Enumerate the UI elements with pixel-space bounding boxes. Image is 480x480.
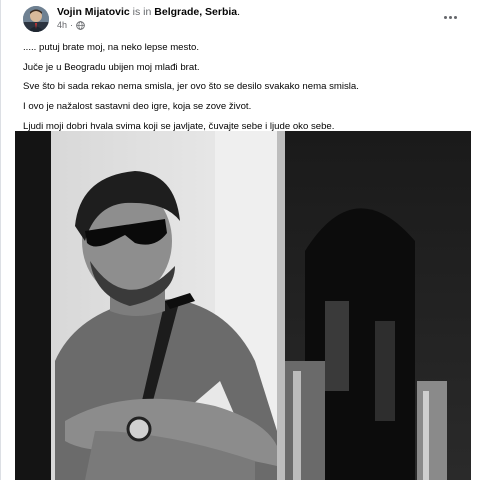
post-meta: 4h · bbox=[57, 20, 85, 30]
author-line: Vojin Mijatovic is in Belgrade, Serbia. bbox=[57, 6, 240, 18]
post-time[interactable]: 4h bbox=[57, 20, 67, 30]
post-header: Vojin Mijatovic is in Belgrade, Serbia. … bbox=[23, 6, 463, 32]
meta-separator: · bbox=[70, 20, 74, 30]
post-card: Vojin Mijatovic is in Belgrade, Serbia. … bbox=[0, 0, 480, 480]
avatar-image bbox=[23, 6, 49, 32]
author-name[interactable]: Vojin Mijatovic bbox=[57, 6, 130, 18]
post-line: ..... putuj brate moj, na neko lepse mes… bbox=[23, 42, 199, 53]
globe-icon bbox=[76, 20, 85, 30]
post-line: I ovo je nažalost sastavni deo igre, koj… bbox=[23, 101, 252, 113]
post-line: Juče je u Beogradu ubijen moj mlađi brat… bbox=[23, 61, 200, 73]
post-photo[interactable] bbox=[15, 131, 471, 480]
location-period: . bbox=[237, 6, 241, 18]
location-link[interactable]: Belgrade, Serbia bbox=[154, 6, 237, 18]
more-options-icon[interactable] bbox=[441, 10, 459, 24]
post-line: Sve što bi sada rekao nema smisla, jer o… bbox=[23, 81, 359, 93]
photo-image bbox=[15, 131, 471, 480]
is-in-text: is in bbox=[132, 6, 152, 18]
avatar[interactable] bbox=[23, 6, 49, 32]
post-text: ..... putuj brate moj, na neko lepse mes… bbox=[23, 38, 463, 137]
